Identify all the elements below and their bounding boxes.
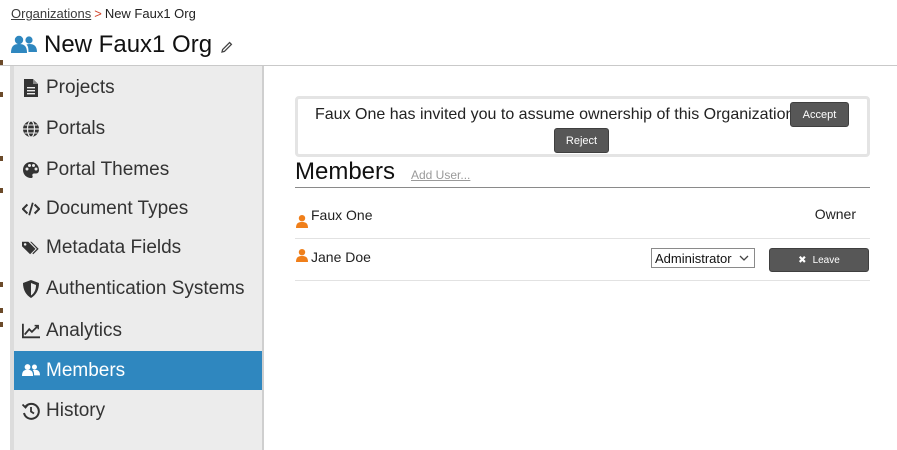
tags-icon bbox=[22, 239, 40, 257]
sidebar-item-analytics[interactable]: Analytics bbox=[14, 311, 262, 350]
leave-button[interactable]: ✖ Leave bbox=[769, 248, 869, 272]
sidebar-item-members[interactable]: Members bbox=[14, 351, 262, 390]
code-icon bbox=[22, 200, 40, 218]
members-divider bbox=[295, 187, 870, 188]
breadcrumb-current: New Faux1 Org bbox=[104, 6, 196, 21]
sidebar-item-label: Analytics bbox=[46, 319, 123, 341]
sidebar-item-label: Members bbox=[46, 359, 126, 381]
breadcrumb-organizations-link[interactable]: Organizations bbox=[11, 6, 91, 21]
sidebar-item-label: Document Types bbox=[46, 197, 189, 219]
sidebar-item-authentication-systems[interactable]: Authentication Systems bbox=[14, 269, 262, 308]
members-heading: Members bbox=[295, 158, 396, 185]
member-role: Owner bbox=[814, 206, 856, 222]
member-name: Faux One bbox=[311, 207, 373, 223]
sidebar-item-label: Portals bbox=[46, 117, 106, 139]
page-header: New Faux1 Org bbox=[11, 31, 234, 59]
sidebar-item-metadata-fields[interactable]: Metadata Fields bbox=[14, 228, 262, 267]
member-row: Jane Doe Administrator ✖ Leave bbox=[295, 239, 870, 281]
member-name: Jane Doe bbox=[311, 249, 371, 265]
ownership-invitation-alert: Faux One has invited you to assume owner… bbox=[295, 96, 870, 157]
sidebar-item-portal-themes[interactable]: Portal Themes bbox=[14, 150, 262, 189]
sidebar-item-label: Authentication Systems bbox=[46, 277, 245, 299]
sidebar-item-document-types[interactable]: Document Types bbox=[14, 189, 262, 228]
sidebar-item-label: Metadata Fields bbox=[46, 236, 182, 258]
invitation-message: Faux One has invited you to assume owner… bbox=[315, 106, 795, 123]
sidebar-item-history[interactable]: History bbox=[14, 391, 262, 430]
breadcrumb: Organizations > New Faux1 Org bbox=[11, 6, 196, 21]
reject-button[interactable]: Reject bbox=[554, 128, 609, 153]
sidebar-item-label: History bbox=[46, 399, 106, 421]
member-role-select[interactable]: Administrator bbox=[651, 248, 755, 268]
add-user-link[interactable]: Add User... bbox=[411, 168, 470, 182]
globe-icon bbox=[22, 119, 40, 138]
page-title: New Faux1 Org bbox=[44, 31, 213, 58]
person-icon bbox=[296, 249, 308, 262]
member-row: Faux One Owner bbox=[295, 197, 870, 239]
file-icon bbox=[22, 78, 40, 97]
accept-button[interactable]: Accept bbox=[790, 102, 849, 127]
pencil-icon[interactable] bbox=[220, 40, 234, 54]
breadcrumb-separator: > bbox=[94, 6, 102, 21]
sidebar-item-label: Portal Themes bbox=[46, 158, 170, 180]
sidebar-item-projects[interactable]: Projects bbox=[14, 68, 262, 107]
palette-icon bbox=[22, 161, 40, 179]
sidebar-item-label: Projects bbox=[46, 76, 115, 98]
person-icon bbox=[296, 215, 308, 228]
role-select-value: Administrator bbox=[655, 250, 732, 266]
close-icon: ✖ bbox=[798, 254, 807, 266]
chart-line-icon bbox=[22, 322, 40, 340]
sidebar: Projects Portals Portal Themes Document … bbox=[10, 66, 264, 450]
leave-button-label: Leave bbox=[812, 254, 840, 266]
sidebar-item-portals[interactable]: Portals bbox=[14, 109, 262, 148]
users-icon bbox=[22, 362, 40, 380]
chevron-down-icon bbox=[739, 255, 749, 261]
shield-icon bbox=[22, 279, 40, 298]
background-edge bbox=[0, 60, 4, 380]
history-icon bbox=[22, 402, 40, 420]
users-icon bbox=[11, 35, 37, 53]
